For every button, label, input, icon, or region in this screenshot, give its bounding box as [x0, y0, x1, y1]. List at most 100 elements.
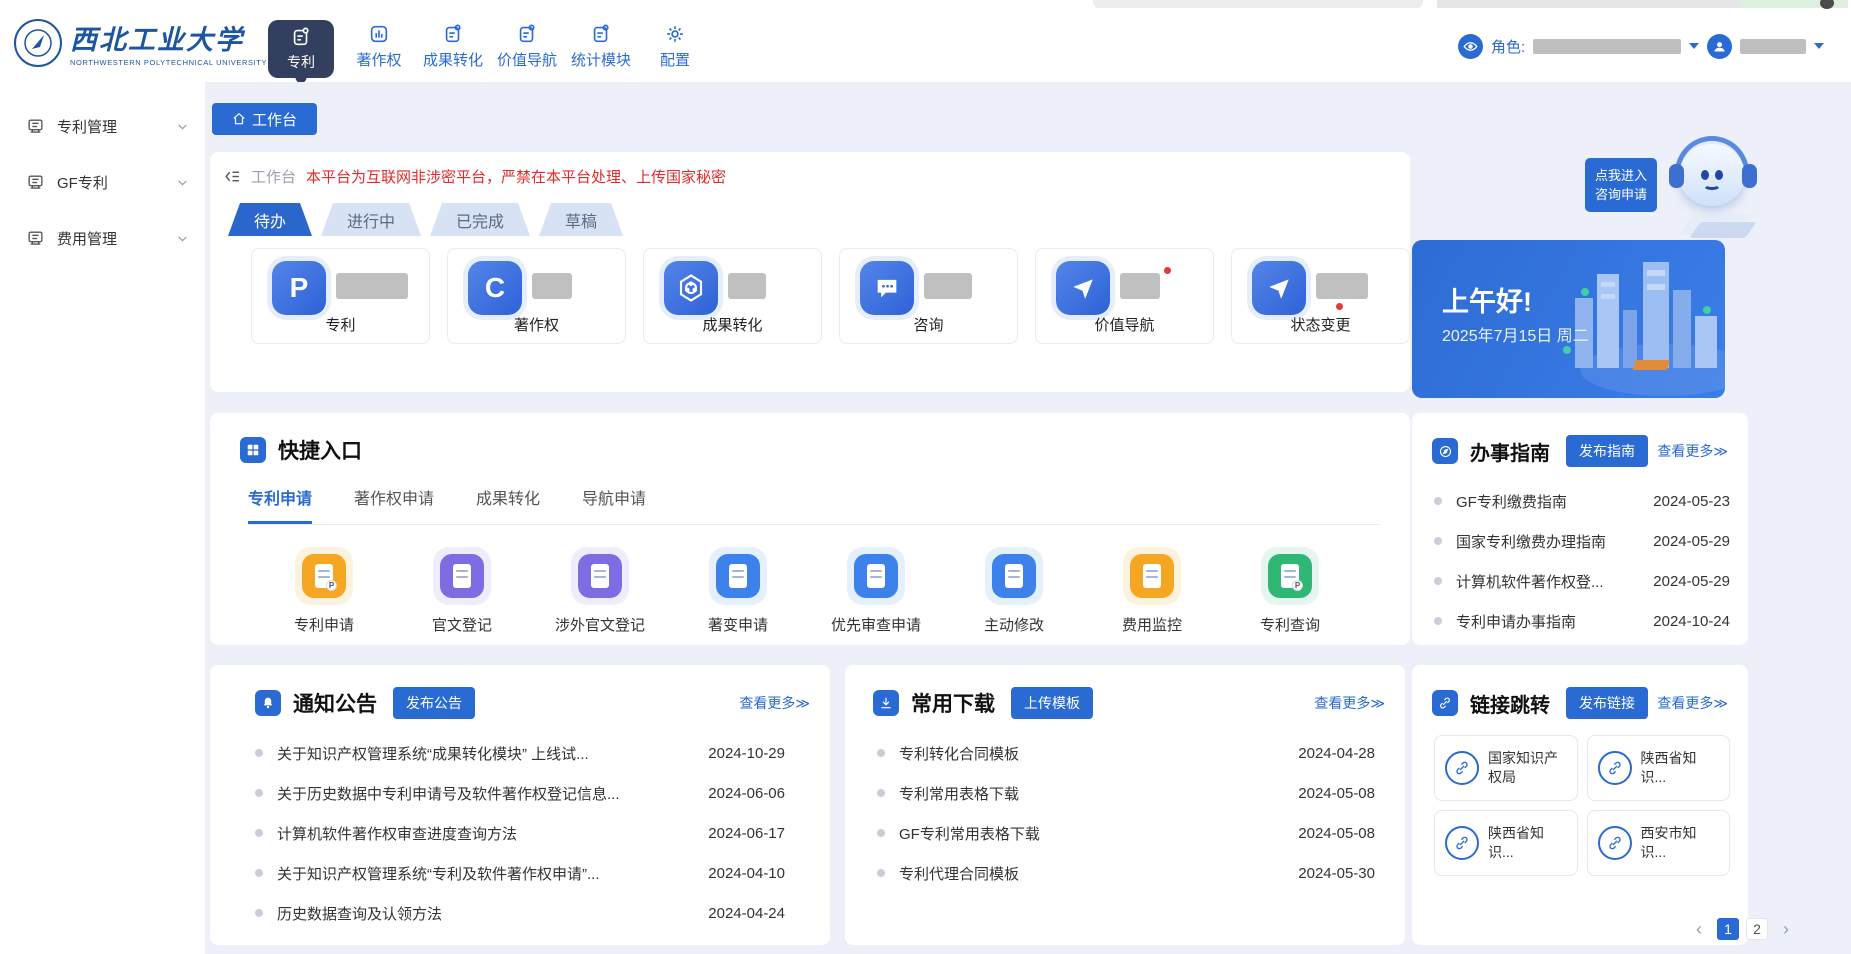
list-item[interactable]: 专利代理合同模板2024-05-30 [877, 853, 1375, 893]
chain-link-icon [1598, 751, 1632, 785]
guide-panel: 办事指南 发布指南 查看更多≫ GF专利缴费指南2024-05-23 国家专利缴… [1412, 413, 1748, 645]
tab-completed[interactable]: 已完成 [430, 203, 530, 236]
tab-draft[interactable]: 草稿 [539, 203, 623, 236]
chevron-down-icon[interactable] [1689, 43, 1699, 49]
qe-tab-navigation-apply[interactable]: 导航申请 [582, 485, 646, 524]
qe-tab-transformation[interactable]: 成果转化 [476, 485, 540, 524]
notice-title: 通知公告 [293, 688, 377, 718]
list-item[interactable]: 计算机软件著作权审查进度查询方法2024-06-17 [255, 813, 785, 853]
nav-item-statistics[interactable]: 统计模块 [564, 10, 638, 82]
consult-apply-button[interactable]: 点我进入咨询申请 [1585, 158, 1657, 212]
quick-entry-panel: 快捷入口 专利申请 著作权申请 成果转化 导航申请 P 专利申请 官文登记 涉外… [210, 413, 1410, 645]
publish-guide-button[interactable]: 发布指南 [1566, 435, 1648, 467]
role-select-redacted[interactable] [1533, 39, 1681, 54]
app-header: 西北工业大学 NORTHWESTERN POLYTECHNICAL UNIVER… [0, 10, 1851, 82]
notification-dot [1164, 267, 1171, 274]
qe-tab-copyright-apply[interactable]: 著作权申请 [354, 485, 434, 524]
list-item[interactable]: 专利常用表格下载2024-05-08 [877, 773, 1375, 813]
stat-card-consult[interactable]: 咨询 [839, 248, 1018, 344]
link-card-xian[interactable]: 西安市知识... [1587, 810, 1731, 876]
sidebar: 专利管理 GF专利 费用管理 [0, 82, 205, 954]
qe-item-active-amendment[interactable]: 主动修改 [945, 547, 1083, 635]
list-item[interactable]: 专利申请办事指南2024-10-24 [1434, 601, 1730, 641]
qe-item-official-doc[interactable]: 官文登记 [393, 547, 531, 635]
sidebar-item-gf-patent[interactable]: GF专利 [0, 154, 205, 210]
pagination-page-1[interactable]: 1 [1717, 918, 1739, 940]
eye-icon[interactable] [1458, 34, 1483, 59]
qe-item-patent-apply[interactable]: P 专利申请 [255, 547, 393, 635]
pagination-next[interactable]: › [1775, 918, 1797, 940]
chain-link-icon [1445, 826, 1479, 860]
tab-todo[interactable]: 待办 [228, 203, 312, 236]
main-content: 工作台 工作台 本平台为互联网非涉密平台，严禁在本平台处理、上传国家秘密 待办 … [205, 82, 1851, 954]
gear-icon [664, 23, 686, 45]
share-network-icon [664, 261, 718, 315]
doc-icon [578, 554, 622, 598]
links-title: 链接跳转 [1470, 689, 1550, 718]
list-item[interactable]: 专利转化合同模板2024-04-28 [877, 733, 1375, 773]
university-logo: 西北工业大学 NORTHWESTERN POLYTECHNICAL UNIVER… [14, 18, 267, 67]
link-card-cnipa[interactable]: 国家知识产权局 [1434, 735, 1578, 801]
collapse-sidebar-icon[interactable] [224, 168, 241, 185]
breadcrumb-workbench-button[interactable]: 工作台 [212, 103, 317, 135]
nav-item-value-navigation[interactable]: 价值导航 [490, 10, 564, 82]
monitor-icon [1130, 554, 1174, 598]
link-card-shaanxi-2[interactable]: 陕西省知识... [1434, 810, 1578, 876]
links-grid: 国家知识产权局 陕西省知识... 陕西省知识... 西安市知识... [1412, 735, 1748, 876]
list-item[interactable]: 关于历史数据中专利申请号及软件著作权登记信息...2024-06-06 [255, 773, 785, 813]
stat-card-status-change[interactable]: 状态变更 [1231, 248, 1410, 344]
links-view-more-link[interactable]: 查看更多≫ [1657, 693, 1728, 713]
clipboard-icon [290, 26, 312, 48]
publish-link-button[interactable]: 发布链接 [1566, 687, 1648, 719]
pagination-page-2[interactable]: 2 [1746, 918, 1768, 940]
download-icon [873, 690, 899, 716]
page-label: 工作台 [251, 166, 296, 187]
list-item[interactable]: 关于知识产权管理系统“专利及软件著作权申请”...2024-04-10 [255, 853, 785, 893]
upload-template-button[interactable]: 上传模板 [1011, 687, 1093, 719]
download-view-more-link[interactable]: 查看更多≫ [1314, 693, 1385, 713]
qe-item-fee-monitor[interactable]: 费用监控 [1083, 547, 1221, 635]
qe-item-patent-search[interactable]: P 专利查询 [1221, 547, 1359, 635]
stat-card-patent[interactable]: P 专利 [251, 248, 430, 344]
list-item[interactable]: 国家专利缴费办理指南2024-05-29 [1434, 521, 1730, 561]
avatar[interactable] [1707, 34, 1732, 59]
publish-notice-button[interactable]: 发布公告 [393, 687, 475, 719]
qe-item-foreign-official-doc[interactable]: 涉外官文登记 [531, 547, 669, 635]
qe-tab-patent-apply[interactable]: 专利申请 [248, 485, 312, 524]
guide-view-more-link[interactable]: 查看更多≫ [1657, 441, 1728, 461]
quick-entry-tabs: 专利申请 著作权申请 成果转化 导航申请 [248, 485, 1380, 525]
link-card-shaanxi-1[interactable]: 陕西省知识... [1587, 735, 1731, 801]
list-item[interactable]: GF专利常用表格下载2024-05-08 [877, 813, 1375, 853]
list-item[interactable]: 关于知识产权管理系统“成果转化模块” 上线试...2024-10-29 [255, 733, 785, 773]
list-item[interactable]: 计算机软件著作权登...2024-05-29 [1434, 561, 1730, 601]
document-icon [26, 173, 45, 192]
qe-item-priority-review[interactable]: 优先审查申请 [807, 547, 945, 635]
top-nav: 专利 著作权 成果转化 价值导航 统计模块 [268, 10, 712, 82]
notice-list: 关于知识产权管理系统“成果转化模块” 上线试...2024-10-29 关于历史… [210, 733, 830, 933]
grid-icon [240, 437, 266, 463]
greeting-banner: 上午好! 2025年7月15日 周二 [1412, 240, 1725, 398]
sidebar-item-fee-management[interactable]: 费用管理 [0, 210, 205, 266]
chevron-down-icon[interactable] [1814, 43, 1824, 49]
pagination-prev[interactable]: ‹ [1688, 918, 1710, 940]
stat-card-transformation[interactable]: 成果转化 [643, 248, 822, 344]
notice-view-more-link[interactable]: 查看更多≫ [739, 693, 810, 713]
nav-item-settings[interactable]: 配置 [638, 10, 712, 82]
nav-item-patent[interactable]: 专利 [268, 20, 334, 78]
document-icon [26, 229, 45, 248]
list-item[interactable]: GF专利缴费指南2024-05-23 [1434, 481, 1730, 521]
patent-p-icon: P [272, 261, 326, 315]
bar-chart-icon [368, 23, 390, 45]
list-item[interactable]: 历史数据查询及认领方法2024-04-24 [255, 893, 785, 933]
doc-edit-icon [716, 554, 760, 598]
stat-card-value-navigation[interactable]: 价值导航 [1035, 248, 1214, 344]
stat-card-copyright[interactable]: C 著作权 [447, 248, 626, 344]
assistant-mascot-robot-icon[interactable] [1661, 130, 1765, 248]
nav-item-transformation[interactable]: 成果转化 [416, 10, 490, 82]
nav-item-copyright[interactable]: 著作权 [342, 10, 416, 82]
tab-in-progress[interactable]: 进行中 [321, 203, 421, 236]
sidebar-item-patent-management[interactable]: 专利管理 [0, 98, 205, 154]
security-warning: 本平台为互联网非涉密平台，严禁在本平台处理、上传国家秘密 [306, 166, 726, 187]
qe-item-change-apply[interactable]: 著变申请 [669, 547, 807, 635]
workbench-panel: 工作台 本平台为互联网非涉密平台，严禁在本平台处理、上传国家秘密 待办 进行中 … [210, 152, 1410, 392]
